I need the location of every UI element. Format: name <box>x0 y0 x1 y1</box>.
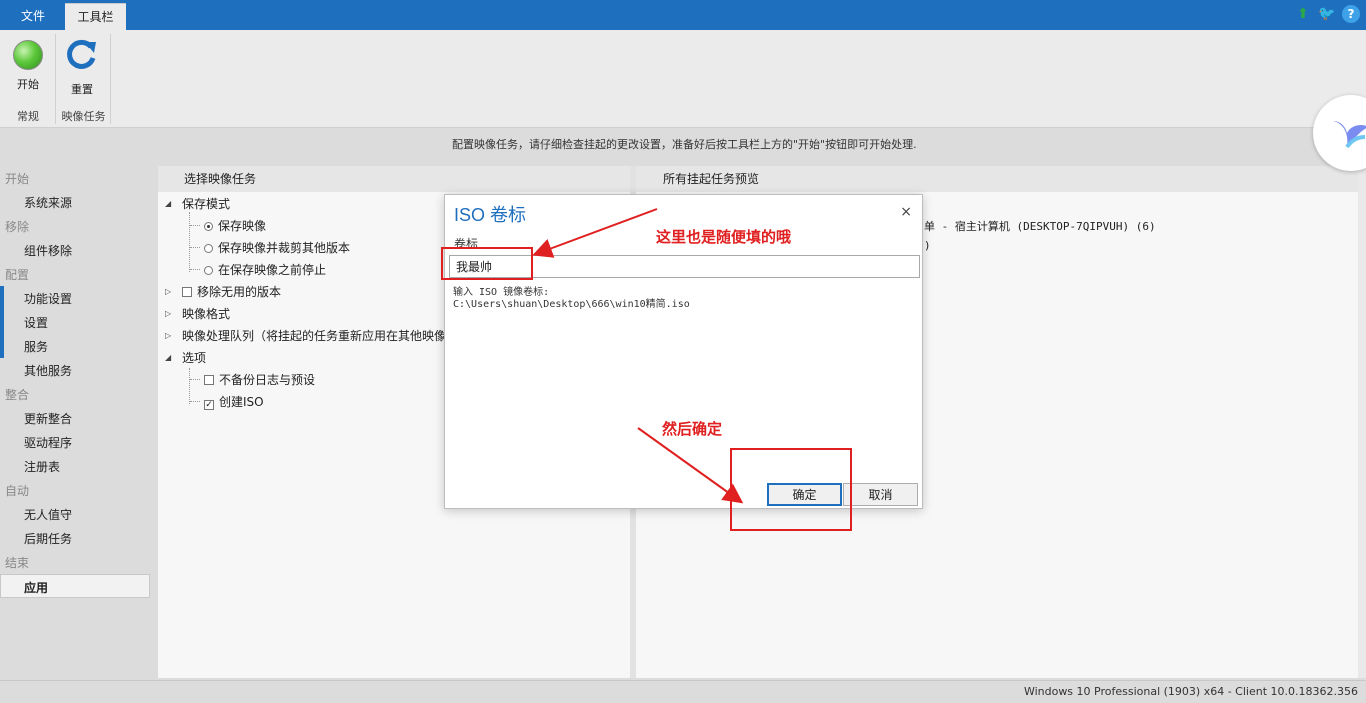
tree-connector <box>190 269 200 270</box>
tree-connector <box>190 401 200 402</box>
nav-item-post-tasks[interactable]: 后期任务 <box>24 530 72 547</box>
vertical-scrollbar[interactable] <box>1358 166 1366 678</box>
pending-preview-title: 所有挂起任务预览 <box>636 166 1358 192</box>
nav-heading-start: 开始 <box>5 172 30 186</box>
checkbox-indicator <box>204 375 214 385</box>
checkbox-no-backup-label: 不备份日志与预设 <box>219 373 316 387</box>
tree-connector <box>190 247 200 248</box>
nav-heading-configure: 配置 <box>5 268 30 282</box>
radio-indicator <box>204 266 213 275</box>
tab-file[interactable]: 文件 <box>8 3 58 30</box>
reset-refresh-icon <box>67 39 96 69</box>
floating-assistant-badge[interactable] <box>1313 95 1366 171</box>
radio-stop-before-save-label: 在保存映像之前停止 <box>218 263 327 277</box>
expand-toggle-icon[interactable]: ◢ <box>165 353 171 362</box>
ribbon: 开始 重置 常规 映像任务 <box>0 30 1366 128</box>
tree-save-mode[interactable]: 保存模式 <box>182 195 230 212</box>
ribbon-divider <box>110 34 111 124</box>
tree-guide <box>189 212 190 272</box>
radio-save-and-trim[interactable]: 保存映像并裁剪其他版本 <box>204 239 350 256</box>
collapse-toggle-icon[interactable]: ▷ <box>165 331 171 340</box>
nav-item-apply-label: 应用 <box>24 581 49 595</box>
annotation-note-input: 这里也是随便填的哦 <box>656 228 792 246</box>
info-strip: 配置映像任务，请仔细检查挂起的更改设置，准备好后按工具栏上方的"开始"按钮即可开… <box>0 129 1366 161</box>
checkbox-no-backup[interactable]: 不备份日志与预设 <box>204 371 315 388</box>
nav-heading-integrate: 整合 <box>5 388 30 402</box>
nav-item-unattended[interactable]: 无人值守 <box>24 506 72 523</box>
dialog-hint: 输入 ISO 镜像卷标: C:\Users\shuan\Desktop\666\… <box>453 287 690 311</box>
cancel-button[interactable]: 取消 <box>843 483 918 506</box>
tree-connector <box>190 225 200 226</box>
preview-line: ) <box>924 239 931 252</box>
radio-save-image[interactable]: 保存映像 <box>204 217 266 234</box>
radio-indicator <box>204 222 213 231</box>
reset-button[interactable]: 重置 <box>57 34 107 98</box>
top-right-icons: ⬆ 🐦 ? <box>1294 5 1360 23</box>
image-task-pane-title: 选择映像任务 <box>158 166 630 192</box>
dialog-hint-line: 输入 ISO 镜像卷标: <box>453 287 550 298</box>
reset-label: 重置 <box>71 83 93 96</box>
tree-options[interactable]: 选项 <box>182 349 206 366</box>
nav-heading-finish: 结束 <box>5 556 30 570</box>
nav-item-services[interactable]: 服务 <box>24 338 48 355</box>
checkbox-create-iso-label: 创建ISO <box>219 395 264 409</box>
tree-connector <box>190 379 200 380</box>
annotation-note-confirm: 然后确定 <box>662 420 723 438</box>
tree-image-format[interactable]: 映像格式 <box>182 305 230 322</box>
title-tab-bar: 文件 工具栏 ⬆ 🐦 ? <box>0 0 1366 30</box>
twitter-bird-icon[interactable]: 🐦 <box>1318 5 1336 23</box>
expand-toggle-icon[interactable]: ◢ <box>165 199 171 208</box>
checkbox-create-iso[interactable]: ✓ 创建ISO <box>204 393 264 410</box>
status-text: Windows 10 Professional (1903) x64 - Cli… <box>1023 685 1358 698</box>
nav-item-apply[interactable]: 应用 <box>0 574 150 598</box>
nav-item-settings[interactable]: 设置 <box>24 314 48 331</box>
radio-save-image-label: 保存映像 <box>218 219 267 233</box>
nav-item-other-services[interactable]: 其他服务 <box>24 362 72 379</box>
close-icon[interactable]: × <box>900 204 912 220</box>
collapse-toggle-icon[interactable]: ▷ <box>165 309 171 318</box>
start-orb-icon <box>13 40 43 70</box>
ribbon-group-general: 常规 <box>17 110 39 123</box>
start-label: 开始 <box>17 78 39 91</box>
info-text: 配置映像任务，请仔细检查挂起的更改设置，准备好后按工具栏上方的"开始"按钮即可开… <box>452 138 917 151</box>
side-nav: 开始 系统来源 移除 组件移除 配置 功能设置 设置 服务 其他服务 整合 更新… <box>0 166 156 678</box>
nav-item-feature-settings[interactable]: 功能设置 <box>24 290 72 307</box>
start-button[interactable]: 开始 <box>3 34 53 98</box>
radio-indicator <box>204 244 213 253</box>
up-arrow-icon[interactable]: ⬆ <box>1294 5 1312 23</box>
radio-stop-before-save[interactable]: 在保存映像之前停止 <box>204 261 326 278</box>
radio-save-and-trim-label: 保存映像并裁剪其他版本 <box>218 241 351 255</box>
nav-item-component-removal[interactable]: 组件移除 <box>24 242 72 259</box>
nav-section-marker <box>0 286 4 358</box>
help-icon[interactable]: ? <box>1342 5 1360 23</box>
dialog-hint-path: C:\Users\shuan\Desktop\666\win10精简.iso <box>453 299 690 310</box>
checkbox-remove-unused[interactable]: 移除无用的版本 <box>182 283 281 300</box>
ribbon-group-image-task: 映像任务 <box>61 110 106 123</box>
nav-item-drivers[interactable]: 驱动程序 <box>24 434 72 451</box>
checkbox-remove-unused-label: 移除无用的版本 <box>197 285 282 299</box>
nav-heading-remove: 移除 <box>5 220 30 234</box>
checkbox-indicator <box>182 287 192 297</box>
hummingbird-icon <box>1333 121 1366 149</box>
nav-item-update-integration[interactable]: 更新整合 <box>24 410 72 427</box>
status-bar: Windows 10 Professional (1903) x64 - Cli… <box>0 680 1366 703</box>
collapse-toggle-icon[interactable]: ▷ <box>165 287 171 296</box>
preview-line: 单 - 宿主计算机 (DESKTOP-7QIPVUH) (6) <box>924 220 1156 233</box>
annotation-highlight-ok <box>730 448 852 531</box>
checkbox-checked-icon: ✓ <box>204 400 214 410</box>
tab-toolbar[interactable]: 工具栏 <box>65 3 126 30</box>
tree-guide <box>189 368 190 404</box>
nav-item-system-source[interactable]: 系统来源 <box>24 194 72 211</box>
nav-item-registry[interactable]: 注册表 <box>24 458 60 475</box>
dialog-title: ISO 卷标 <box>454 205 527 225</box>
nav-heading-automate: 自动 <box>5 484 30 498</box>
tree-image-queue[interactable]: 映像处理队列（将挂起的任务重新应用在其他映像 <box>182 327 446 344</box>
annotation-highlight-input <box>441 247 533 280</box>
